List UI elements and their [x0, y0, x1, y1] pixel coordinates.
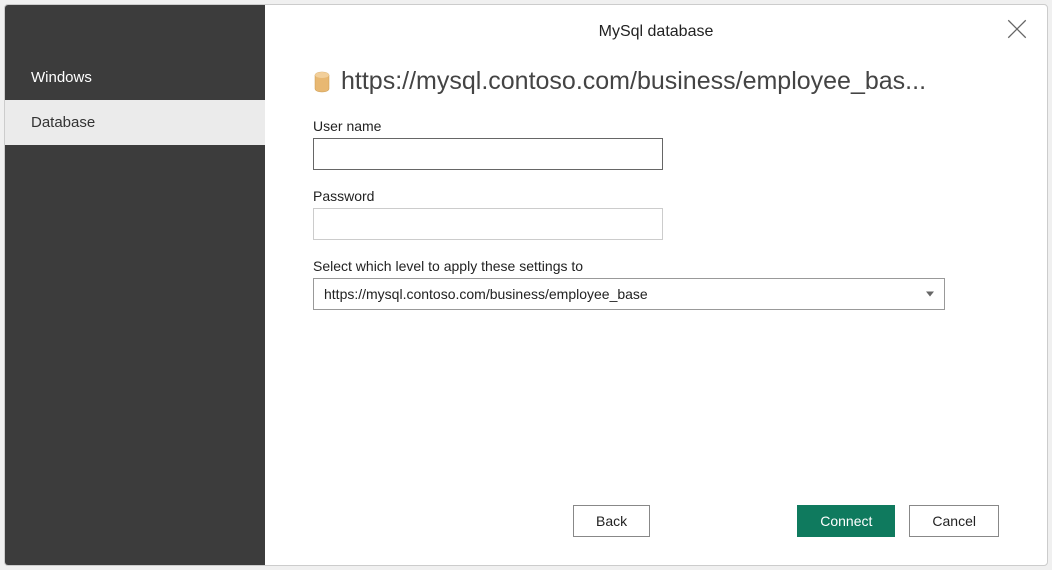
auth-type-sidebar: Windows Database [5, 5, 265, 565]
password-input[interactable] [313, 208, 663, 240]
main-panel: MySql database https://mysql.contoso.com… [265, 5, 1047, 565]
dialog-title: MySql database [265, 5, 1047, 49]
username-input[interactable] [313, 138, 663, 170]
cancel-button[interactable]: Cancel [909, 505, 999, 537]
sidebar-item-label: Windows [31, 69, 92, 86]
level-label: Select which level to apply these settin… [313, 258, 999, 274]
connection-url-row: https://mysql.contoso.com/business/emplo… [313, 67, 999, 96]
close-icon [1007, 26, 1027, 43]
credentials-form: User name Password Select which level to… [265, 118, 1047, 310]
sidebar-item-database[interactable]: Database [5, 100, 265, 145]
password-label: Password [313, 188, 999, 204]
dialog-footer: Back Connect Cancel [573, 505, 999, 537]
close-button[interactable] [1007, 19, 1027, 39]
level-selected-value: https://mysql.contoso.com/business/emplo… [324, 286, 648, 302]
database-icon [313, 71, 331, 93]
sidebar-item-label: Database [31, 114, 95, 131]
credentials-dialog: Windows Database MySql database [4, 4, 1048, 566]
back-button[interactable]: Back [573, 505, 650, 537]
username-label: User name [313, 118, 999, 134]
chevron-down-icon [926, 292, 934, 297]
connection-url: https://mysql.contoso.com/business/emplo… [341, 67, 926, 96]
level-select[interactable]: https://mysql.contoso.com/business/emplo… [313, 278, 945, 310]
sidebar-item-windows[interactable]: Windows [5, 55, 265, 100]
connect-button[interactable]: Connect [797, 505, 895, 537]
